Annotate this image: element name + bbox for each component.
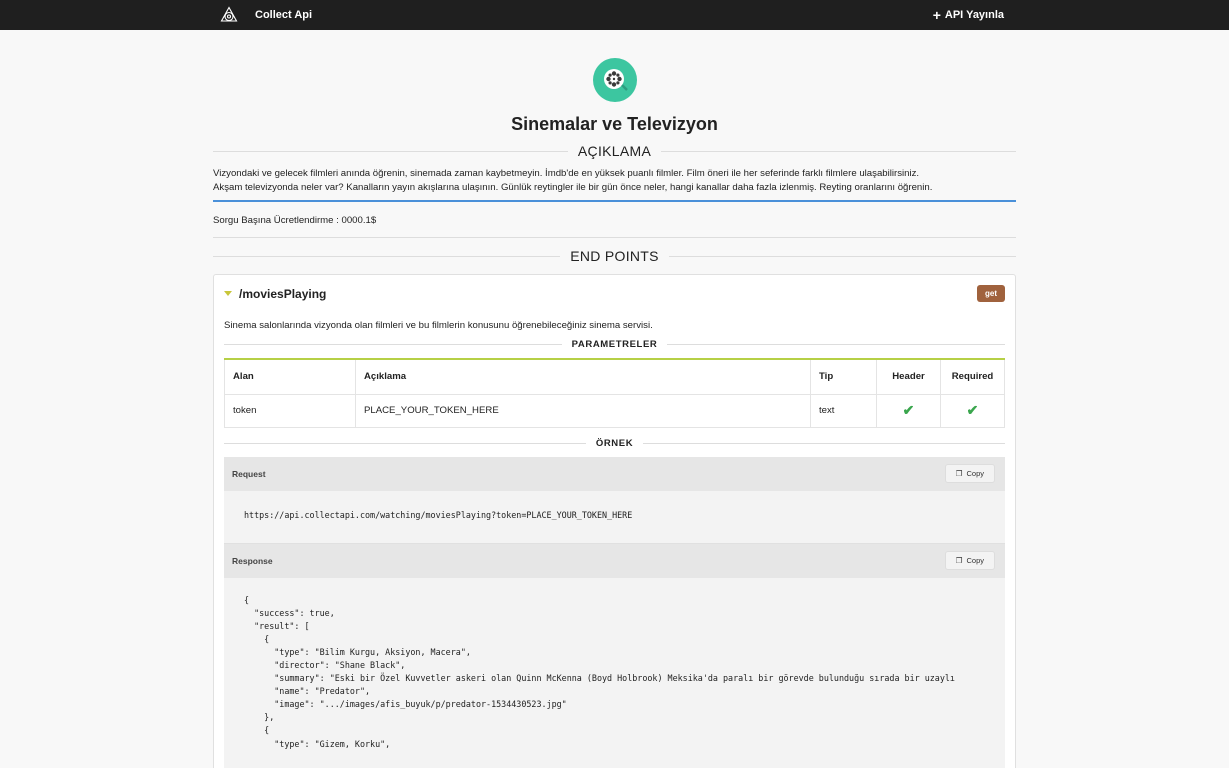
description-heading-text: AÇIKLAMA bbox=[577, 143, 652, 159]
table-row: token PLACE_YOUR_TOKEN_HERE text ✔ ✔ bbox=[224, 393, 1005, 428]
publish-api-button[interactable]: + API Yayınla bbox=[933, 8, 1004, 22]
copy-label: Copy bbox=[966, 469, 984, 478]
example-heading-text: ÖRNEK bbox=[595, 437, 634, 449]
params-header-row: Alan Açıklama Tip Header Required bbox=[224, 359, 1005, 395]
response-json[interactable]: { "success": true, "result": [ { "type":… bbox=[224, 577, 1005, 768]
checkmark-icon: ✔ bbox=[966, 402, 979, 418]
endpoints-heading: END POINTS bbox=[213, 248, 1016, 264]
params-heading: PARAMETRELER bbox=[224, 339, 1005, 350]
copy-label: Copy bbox=[966, 556, 984, 565]
endpoint-description: Sinema salonlarında vizyonda olan filmle… bbox=[224, 320, 653, 331]
param-header-cell: ✔ bbox=[876, 393, 941, 428]
pricing-info: Sorgu Başına Ücretlendirme : 0000.1$ bbox=[213, 202, 1016, 238]
endpoints-heading-text: END POINTS bbox=[570, 248, 659, 264]
caret-down-icon[interactable] bbox=[224, 291, 232, 296]
request-header: Request ❐ Copy bbox=[224, 456, 1005, 491]
request-url[interactable]: https://api.collectapi.com/watching/movi… bbox=[224, 490, 1005, 543]
param-required-cell: ✔ bbox=[940, 393, 1005, 428]
brand[interactable]: Collect Api bbox=[220, 6, 312, 24]
param-description: PLACE_YOUR_TOKEN_HERE bbox=[355, 393, 811, 428]
param-type: text bbox=[810, 393, 877, 428]
request-label: Request bbox=[232, 468, 266, 479]
request-block: Request ❐ Copy https://api.collectapi.co… bbox=[224, 456, 1005, 543]
film-reel-icon bbox=[592, 58, 637, 102]
publish-api-label: API Yayınla bbox=[944, 9, 1004, 21]
brand-name: Collect Api bbox=[255, 9, 313, 21]
copy-request-button[interactable]: ❐ Copy bbox=[944, 464, 995, 483]
main-content: Sinemalar ve Televizyon AÇIKLAMA Vizyond… bbox=[213, 30, 1016, 768]
checkmark-icon: ✔ bbox=[902, 402, 915, 418]
column-header-required: Required bbox=[940, 359, 1005, 395]
column-header-alan: Alan bbox=[224, 359, 356, 395]
column-header-header: Header bbox=[876, 359, 941, 395]
description-line-2: Akşam televizyonda neler var? Kanalların… bbox=[213, 182, 933, 193]
column-header-aciklama: Açıklama bbox=[355, 359, 811, 395]
copy-icon: ❐ bbox=[955, 469, 963, 478]
api-hero: Sinemalar ve Televizyon bbox=[213, 30, 1016, 135]
params-table: Alan Açıklama Tip Header Required token … bbox=[224, 358, 1005, 428]
response-block: Response ❐ Copy { "success": true, "resu… bbox=[224, 542, 1005, 768]
copy-response-button[interactable]: ❐ Copy bbox=[944, 551, 995, 570]
endpoint-path[interactable]: /moviesPlaying bbox=[224, 287, 326, 301]
collectapi-logo-icon bbox=[220, 6, 238, 22]
description-heading: AÇIKLAMA bbox=[213, 143, 1016, 159]
params-heading-text: PARAMETRELER bbox=[571, 339, 658, 350]
method-badge: get bbox=[977, 285, 1005, 302]
endpoint-header[interactable]: /moviesPlaying get bbox=[224, 285, 1005, 302]
description-line-1: Vizyondaki ve gelecek filmleri anında öğ… bbox=[213, 168, 920, 179]
endpoint-path-text: /moviesPlaying bbox=[239, 286, 327, 301]
plus-icon: + bbox=[932, 7, 941, 23]
api-title: Sinemalar ve Televizyon bbox=[511, 114, 718, 134]
api-description: Vizyondaki ve gelecek filmleri anında öğ… bbox=[213, 167, 1016, 202]
top-navbar: Collect Api + API Yayınla bbox=[0, 0, 1229, 30]
copy-icon: ❐ bbox=[955, 556, 963, 565]
endpoint-card: /moviesPlaying get Sinema salonlarında v… bbox=[213, 274, 1016, 768]
response-label: Response bbox=[232, 555, 273, 566]
column-header-tip: Tip bbox=[810, 359, 877, 395]
param-name: token bbox=[224, 393, 356, 428]
example-heading: ÖRNEK bbox=[224, 438, 1005, 449]
response-header: Response ❐ Copy bbox=[224, 543, 1005, 578]
